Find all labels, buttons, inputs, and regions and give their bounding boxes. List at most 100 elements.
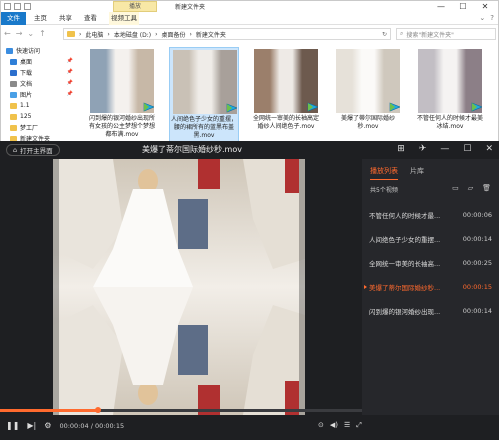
pin-icon[interactable]: 📌 (67, 69, 73, 75)
video-count: 共5个视频 (370, 187, 398, 194)
media-play-icon (143, 102, 154, 112)
pin-icon[interactable]: ✈ (419, 144, 427, 154)
tab-share[interactable]: 共享 (59, 12, 72, 25)
pause-icon[interactable]: ❚❚ (6, 421, 19, 430)
dropdown-icon[interactable] (24, 3, 31, 10)
sidebar-item-label: 梦工厂 (20, 125, 39, 132)
maximize-icon[interactable]: ☐ (463, 144, 471, 154)
breadcrumb-drive[interactable]: 本地磁盘 (D:) (114, 30, 151, 39)
folder-icon (10, 69, 17, 76)
sidebar-item-label: 快速访问 (16, 48, 41, 55)
media-play-icon (307, 102, 318, 112)
tab-home[interactable]: 主页 (34, 12, 47, 25)
pin-icon[interactable]: 📌 (67, 80, 73, 86)
address-bar[interactable]: › 此电脑 › 本地磁盘 (D:) › 桌面备份 › 新建文件夹 ↻ (63, 28, 391, 40)
forward-icon[interactable]: → (16, 29, 23, 38)
video-thumbnail (90, 49, 154, 113)
file-item[interactable]: 不管任何人的时候才最美冰结.mov (415, 47, 485, 143)
tab-library[interactable]: 片库 (410, 166, 424, 180)
ribbon: 文件 主页 共享 查看 视频工具 ⌄ ? (1, 12, 498, 25)
back-icon[interactable]: ← (4, 29, 11, 38)
playlist-item[interactable]: 人间绝色子少女的重摆... 00:00:14 (362, 227, 499, 251)
sidebar-item[interactable]: 下载 📌 (1, 67, 81, 78)
sidebar-item-label: 125 (20, 113, 32, 120)
playlist-panel: 播放列表 片库 共5个视频 ▭ ▱ 🗑 不管任何人的时候才最... 00:00:0… (362, 159, 499, 415)
search-box[interactable]: ⌕ 搜索"新建文件夹" (396, 28, 496, 40)
delete-icon[interactable]: 🗑 (482, 184, 491, 192)
folder-icon (10, 113, 17, 120)
playlist-item-duration: 00:00:15 (462, 283, 492, 291)
file-item[interactable]: 闪到爆的银河婚纱出现所有女孩的公主梦想个梦想都布满.mov (87, 47, 157, 143)
volume-icon[interactable]: ◀) (330, 421, 338, 430)
minimize-icon[interactable]: — (440, 144, 449, 154)
playlist-item-name: 美爆了蒂尔国际婚纱秒... (369, 284, 441, 292)
open-home-button[interactable]: ⌂ 打开主界面 (6, 144, 60, 156)
file-item[interactable]: 美爆了蒂尔国际婚纱秒.mov (333, 47, 403, 143)
progress-fill (0, 409, 98, 412)
ribbon-right-icons: ⌄ ? (479, 14, 494, 22)
playlist-item-duration: 00:00:25 (462, 259, 492, 267)
nav-buttons: ← → ⌄ ↑ (4, 29, 46, 38)
playlist-item-name: 全网统一审美的长袖高... (369, 260, 441, 268)
next-icon[interactable]: ▶| (27, 421, 36, 430)
playback-controls: ❚❚ ▶| ⚙ 00:00:04 / 00:00:15 (6, 421, 124, 430)
minimize-button[interactable]: — (430, 1, 452, 12)
video-frame-image (53, 159, 305, 415)
playlist-toggle-icon[interactable]: ☰ (344, 421, 350, 430)
folder-icon (67, 31, 75, 37)
file-item[interactable]: 全网统一审美的长袖高定婚纱人间绝色子.mov (251, 47, 321, 143)
layout-icon[interactable]: ⊞ (397, 144, 405, 154)
player-controls: ❚❚ ▶| ⚙ 00:00:04 / 00:00:15 ⊙ ◀) ☰ ⤢ (0, 415, 499, 440)
media-play-icon (226, 103, 237, 113)
maximize-button[interactable]: ☐ (452, 1, 474, 12)
tab-playlist[interactable]: 播放列表 (370, 166, 398, 180)
tab-view[interactable]: 查看 (84, 12, 97, 25)
recent-dropdown-icon[interactable]: ⌄ (27, 29, 34, 38)
refresh-icon[interactable]: ↻ (382, 31, 390, 38)
sidebar-item[interactable]: 文档 📌 (1, 78, 81, 89)
progress-knob[interactable] (94, 407, 101, 413)
playlist-item[interactable]: 不管任何人的时候才最... 00:00:06 (362, 203, 499, 227)
star-icon (6, 47, 13, 54)
pin-icon[interactable]: 📌 (67, 91, 73, 97)
close-icon[interactable]: ✕ (485, 144, 493, 154)
sidebar-item[interactable]: 快速访问 (1, 45, 81, 56)
breadcrumb-this-pc[interactable]: 此电脑 (85, 30, 103, 39)
sidebar-item[interactable]: 桌面 📌 (1, 56, 81, 67)
up-icon[interactable]: ↑ (39, 29, 46, 38)
video-thumbnail (173, 50, 237, 114)
close-button[interactable]: ✕ (474, 1, 496, 12)
playlist-item-duration: 00:00:14 (462, 235, 492, 243)
new-folder-icon[interactable] (14, 3, 21, 10)
tab-video-tools[interactable]: 视频工具 (109, 12, 139, 25)
play-context-tab[interactable]: 播放 (113, 1, 157, 12)
playlist-item[interactable]: 闪到爆的银河婚纱出现... 00:00:14 (362, 299, 499, 323)
properties-icon[interactable] (4, 3, 11, 10)
sidebar-item[interactable]: 梦工厂 (1, 122, 81, 133)
screenshot-icon[interactable]: ⊙ (318, 421, 324, 430)
breadcrumb-desktop-backup[interactable]: 桌面备份 (161, 30, 185, 39)
video-title: 美爆了蒂尔国际婚纱秒.mov (142, 145, 242, 154)
add-file-icon[interactable]: ▭ (452, 184, 459, 192)
breadcrumb-new-folder[interactable]: 新建文件夹 (196, 30, 226, 39)
sidebar-item[interactable]: 125 (1, 111, 81, 122)
file-item[interactable]: 人间绝色子少女的重摆，腰的裙所有的蓝黑布盖黑.mov (169, 47, 239, 143)
fullscreen-icon[interactable]: ⤢ (356, 421, 362, 430)
file-name: 全网统一审美的长袖高定婚纱人间绝色子.mov (252, 115, 319, 130)
progress-bar[interactable] (0, 407, 362, 413)
sidebar-item[interactable]: 1.1 (1, 100, 81, 111)
expand-ribbon-icon[interactable]: ⌄ (479, 14, 485, 22)
help-icon[interactable]: ? (490, 14, 494, 22)
file-tab[interactable]: 文件 (1, 12, 26, 25)
window-title: 新建文件夹 (175, 4, 206, 11)
settings-icon[interactable]: ⚙ (44, 421, 51, 430)
playlist-item-name: 闪到爆的银河婚纱出现... (369, 308, 441, 316)
playlist-item[interactable]: 美爆了蒂尔国际婚纱秒... 00:00:15 (362, 275, 499, 299)
video-frame[interactable] (53, 159, 305, 415)
pin-icon[interactable]: 📌 (67, 58, 73, 64)
add-folder-icon[interactable]: ▱ (468, 184, 473, 192)
right-controls: ⊙ ◀) ☰ ⤢ (318, 421, 362, 430)
sidebar-item[interactable]: 图片 📌 (1, 89, 81, 100)
playlist-item[interactable]: 全网统一审美的长袖高... 00:00:25 (362, 251, 499, 275)
playlist-item-duration: 00:00:14 (462, 307, 492, 315)
